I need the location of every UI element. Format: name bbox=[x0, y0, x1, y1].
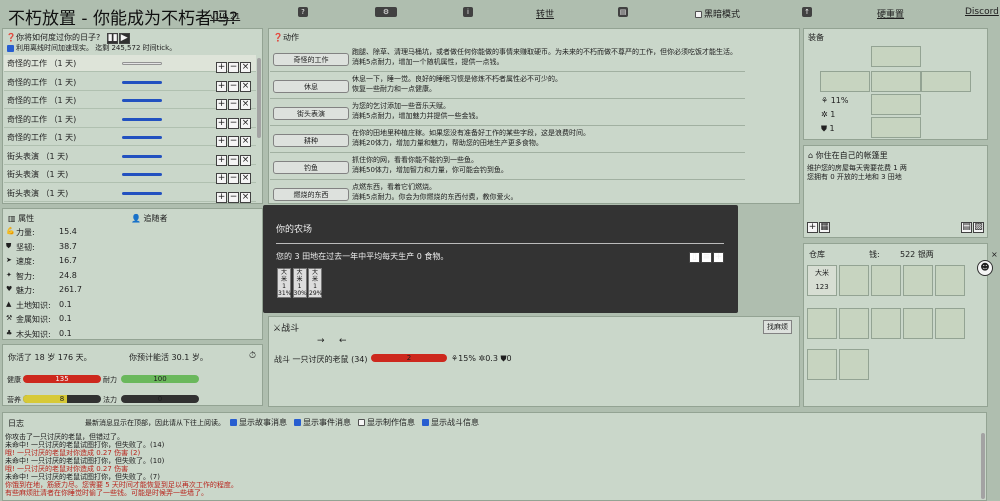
farm-field-card[interactable]: 大米 1 31% bbox=[277, 268, 291, 298]
card-n: 1 bbox=[313, 283, 317, 290]
card-l2: 米 bbox=[280, 276, 287, 283]
farm-field-card[interactable]: 大米 1 30% bbox=[292, 268, 307, 298]
modal-divider bbox=[276, 243, 724, 244]
list-icon[interactable]: ≡ bbox=[701, 252, 712, 263]
farm-modal: 你的农场 您的 3 田地在过去一年中平均每天生产 0 食物。 ▯ ≡ + bbox=[263, 205, 738, 313]
card-l1: 大 bbox=[311, 269, 318, 276]
card-l1: 大 bbox=[280, 269, 287, 276]
card-n: 1 bbox=[282, 283, 286, 290]
card-p: 31% bbox=[278, 290, 292, 297]
modal-title: 你的农场 bbox=[276, 225, 313, 235]
card-p: 29% bbox=[309, 290, 323, 297]
add-button[interactable]: + bbox=[713, 252, 724, 263]
farm-field-card[interactable]: 大米 1 29% bbox=[308, 268, 322, 298]
card-l2: 米 bbox=[311, 276, 318, 283]
card-l2: 米 bbox=[296, 276, 303, 283]
book-icon[interactable]: ▯ bbox=[689, 252, 700, 263]
card-l1: 大 bbox=[296, 269, 303, 276]
modal-buttons: ▯ ≡ + bbox=[689, 252, 725, 263]
card-n: 1 bbox=[297, 283, 302, 290]
modal-text: 您的 3 田地在过去一年中平均每天生产 0 食物。 bbox=[276, 252, 449, 261]
card-p: 30% bbox=[293, 290, 307, 297]
